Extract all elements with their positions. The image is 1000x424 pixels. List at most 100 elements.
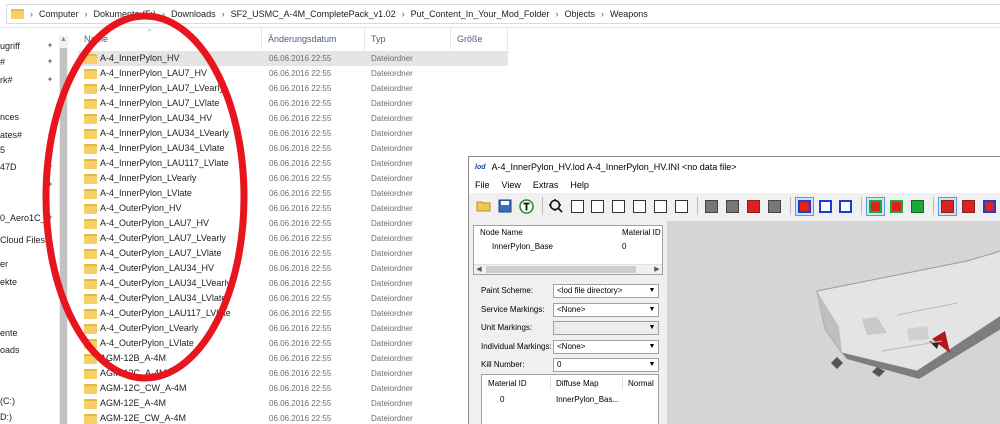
menu-item-extras[interactable]: Extras (533, 180, 559, 190)
nav-item[interactable]: er (0, 257, 8, 271)
chevron-right-icon[interactable]: › (30, 9, 33, 19)
file-row[interactable]: A-4_InnerPylon_LAU7_LVearly 06.06.2016 22… (78, 81, 508, 96)
file-row[interactable]: A-4_InnerPylon_LAU7_LVlate 06.06.2016 22:… (78, 96, 508, 111)
file-row[interactable]: A-4_OuterPylon_LAU7_LVearly 06.06.2016 22… (78, 231, 508, 246)
breadcrumb-item[interactable]: › Dokumente (F:) (79, 9, 157, 19)
menu-item-help[interactable]: Help (570, 180, 589, 190)
open-button[interactable] (475, 197, 494, 216)
solid-view-2-button[interactable] (723, 197, 742, 216)
nav-item[interactable]: (C:) (0, 394, 15, 408)
nav-item[interactable]: Cloud Files (0, 233, 45, 247)
file-row[interactable]: A-4_InnerPylon_LAU7_HV 06.06.2016 22:55 Da… (78, 66, 508, 81)
menu-item-view[interactable]: View (502, 180, 521, 190)
column-name[interactable]: Name (78, 28, 262, 50)
green-mode-1-button[interactable] (866, 196, 886, 216)
node-list-scrollbar[interactable]: ◀ ▶ (474, 264, 662, 274)
breadcrumb-item[interactable]: › SF2_USMC_A-4M_CompletePack_v1.02 (216, 9, 396, 19)
file-row[interactable]: AGM-12E_A-4M 06.06.2016 22:55 Dateiordner (78, 396, 508, 411)
file-row[interactable]: A-4_InnerPylon_LVlate 06.06.2016 22:55 Dat… (78, 186, 508, 201)
chevron-right-icon[interactable]: › (402, 9, 405, 19)
save-button[interactable] (496, 197, 515, 216)
red-view-button[interactable] (744, 197, 763, 216)
node-list[interactable]: Node Name Material ID InnerPylon_Base 0 … (473, 225, 663, 275)
green-mode-3-button[interactable] (908, 197, 927, 216)
nav-item[interactable]: 0_Aero1C_e (0, 211, 51, 225)
chevron-right-icon[interactable]: › (222, 9, 225, 19)
scroll-thumb[interactable] (486, 266, 636, 273)
nav-item[interactable]: ugriff (0, 39, 20, 53)
node-name-value[interactable]: InnerPylon_Base (492, 242, 553, 251)
text-button[interactable] (517, 197, 536, 216)
breadcrumb[interactable]: › Computer › Dokumente (F:) › Downloads › SF2_U… (6, 4, 1000, 24)
green-mode-2-button[interactable] (887, 197, 906, 216)
nav-item[interactable]: 5 (0, 143, 5, 157)
diffuse-map-value[interactable]: InnerPylon_Bas... (556, 395, 619, 404)
texture-mode-3-button[interactable] (980, 197, 999, 216)
blue-mode-3-button[interactable] (837, 197, 856, 216)
service-markings-select[interactable]: <None> ▼ (553, 303, 659, 317)
scroll-up-icon[interactable]: ▲ (60, 36, 67, 44)
chevron-right-icon[interactable]: › (555, 9, 558, 19)
file-row[interactable]: A-4_OuterPylon_HV 06.06.2016 22:55 Dateior… (78, 201, 508, 216)
breadcrumb-item[interactable]: › Downloads (156, 9, 216, 19)
texture-mode-2-button[interactable] (959, 197, 978, 216)
nav-item[interactable]: D:) (0, 410, 12, 424)
file-row[interactable]: AGM-12C_CW_A-4M 06.06.2016 22:55 Dateiordn… (78, 381, 508, 396)
file-row[interactable]: A-4_InnerPylon_LAU34_LVlate 06.06.2016 22… (78, 141, 508, 156)
nav-item[interactable]: nces (0, 110, 19, 124)
file-row[interactable]: AGM-12E_CW_A-4M 06.06.2016 22:55 Dateiordn… (78, 411, 508, 424)
view-back-button[interactable] (589, 197, 608, 216)
breadcrumb-item[interactable]: › Put_Content_In_Your_Mod_Folder (396, 9, 550, 19)
nav-item[interactable]: oads (0, 343, 20, 357)
file-row[interactable]: A-4_InnerPylon_LAU34_HV 06.06.2016 22:55 D… (78, 111, 508, 126)
file-row[interactable]: A-4_OuterPylon_LAU117_LVlate 06.06.2016 2… (78, 306, 508, 321)
file-row[interactable]: AGM-12B_A-4M 06.06.2016 22:55 Dateiordner (78, 351, 508, 366)
nav-item[interactable]: ekte (0, 275, 17, 289)
file-row[interactable]: A-4_OuterPylon_LAU7_LVlate 06.06.2016 22:… (78, 246, 508, 261)
breadcrumb-item[interactable]: › Objects (549, 9, 595, 19)
view-top-button[interactable] (651, 197, 670, 216)
nav-item[interactable]: # (0, 55, 5, 69)
view-bottom-button[interactable] (672, 197, 691, 216)
texture-mode-button[interactable] (938, 196, 958, 216)
nav-item[interactable]: ates# (0, 128, 22, 142)
view-front-button[interactable] (568, 197, 587, 216)
nav-scrollbar[interactable]: ▲ (59, 36, 68, 424)
view-left-button[interactable] (609, 197, 628, 216)
solid-view-button[interactable] (702, 197, 721, 216)
chevron-right-icon[interactable]: › (85, 9, 88, 19)
breadcrumb-item[interactable]: › Computer (24, 9, 79, 19)
blue-mode-2-button[interactable] (816, 197, 835, 216)
3d-viewport[interactable] (667, 221, 1000, 424)
column-date[interactable]: Änderungsdatum (262, 28, 365, 50)
file-row[interactable]: AGM-12C_A-4M 06.06.2016 22:55 Dateiordner (78, 366, 508, 381)
breadcrumb-item[interactable]: › Weapons (595, 9, 648, 19)
file-row[interactable]: A-4_OuterPylon_LAU34_LVlate 06.06.2016 22… (78, 291, 508, 306)
file-row[interactable]: A-4_OuterPylon_LVearly 06.06.2016 22:55 Da… (78, 321, 508, 336)
column-type[interactable]: Typ (365, 28, 451, 50)
individual-markings-select[interactable]: <None> ▼ (553, 340, 659, 354)
title-bar[interactable]: lod A-4_InnerPylon_HV.lod A-4_InnerPylon… (469, 157, 1000, 177)
nav-item[interactable]: 47D (0, 160, 17, 174)
file-row[interactable]: A-4_InnerPylon_LAU34_LVearly 06.06.2016 2… (78, 126, 508, 141)
kill-number-select[interactable]: 0 ▼ (553, 358, 659, 372)
material-list[interactable]: Material ID Diffuse Map Normal 0 InnerPy… (481, 374, 659, 424)
scroll-thumb[interactable] (60, 48, 67, 424)
blue-mode-1-button[interactable] (794, 196, 814, 216)
scroll-right-icon[interactable]: ▶ (652, 265, 662, 274)
chevron-right-icon[interactable]: › (601, 9, 604, 19)
paint-scheme-select[interactable]: <lod file directory> ▼ (553, 284, 659, 298)
file-row[interactable]: A-4_OuterPylon_LAU7_HV 06.06.2016 22:55 Da… (78, 216, 508, 231)
view-right-button[interactable] (630, 197, 649, 216)
file-row[interactable]: A-4_InnerPylon_LAU117_LVlate 06.06.2016 2… (78, 156, 508, 171)
column-size[interactable]: Größe (451, 28, 508, 50)
zoom-button[interactable] (547, 197, 566, 216)
solid-view-3-button[interactable] (765, 197, 784, 216)
file-row[interactable]: A-4_InnerPylon_LVearly 06.06.2016 22:55 Da… (78, 171, 508, 186)
chevron-right-icon[interactable]: › (162, 9, 165, 19)
menu-item-file[interactable]: File (475, 180, 490, 190)
material-id-value[interactable]: 0 (500, 395, 504, 404)
file-row[interactable]: A-4_InnerPylon_HV 06.06.2016 22:55 Dateior… (78, 51, 508, 66)
file-row[interactable]: A-4_OuterPylon_LAU34_HV 06.06.2016 22:55 D… (78, 261, 508, 276)
nav-item[interactable]: ente (0, 326, 18, 340)
